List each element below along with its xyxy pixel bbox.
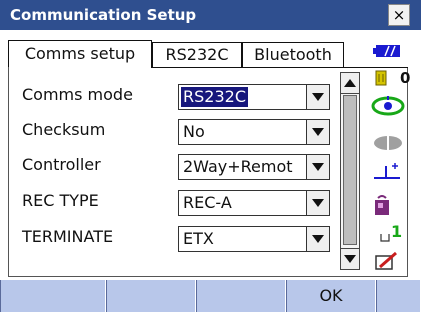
scroll-up-button[interactable] xyxy=(341,73,359,94)
terminate-dropdown-icon[interactable] xyxy=(306,227,329,251)
checksum-select[interactable]: No xyxy=(178,119,330,145)
close-button[interactable]: × xyxy=(388,4,410,26)
input-mode-value: 1 xyxy=(391,222,403,241)
softkey-bar: OK xyxy=(0,280,421,312)
tab-bluetooth[interactable]: Bluetooth xyxy=(242,42,344,68)
controller-dropdown-icon[interactable] xyxy=(306,155,329,179)
softkey-2[interactable] xyxy=(106,280,196,312)
scroll-down-button[interactable] xyxy=(341,248,359,269)
rec-type-value: REC-A xyxy=(183,193,232,212)
controller-label: Controller xyxy=(22,155,101,174)
input-mode-icon xyxy=(380,234,390,242)
ok-button[interactable]: OK xyxy=(286,280,376,312)
softkey-3[interactable] xyxy=(196,280,286,312)
rec-type-select[interactable]: REC-A xyxy=(178,190,330,216)
pencil-icon[interactable] xyxy=(374,250,400,272)
tab-baseline xyxy=(151,67,408,68)
scroll-thumb[interactable] xyxy=(343,95,357,245)
softkey-1[interactable] xyxy=(0,280,106,312)
memory-count: 0 xyxy=(400,69,411,87)
checksum-dropdown-icon[interactable] xyxy=(306,120,329,144)
terminate-select[interactable]: ETX xyxy=(178,226,330,252)
battery-icon xyxy=(373,45,400,57)
comms-mode-select[interactable]: RS232C xyxy=(178,84,330,110)
terminate-value: ETX xyxy=(183,229,214,248)
checksum-label: Checksum xyxy=(22,120,106,139)
terminate-label: TERMINATE xyxy=(22,227,114,246)
controller-value: 2Way+Remot xyxy=(183,157,293,176)
controller-select[interactable]: 2Way+Remot xyxy=(178,154,330,180)
tilt-icon[interactable] xyxy=(372,160,404,182)
comms-mode-label: Comms mode xyxy=(22,85,133,104)
softkey-5[interactable] xyxy=(376,280,421,312)
comms-mode-dropdown-icon[interactable] xyxy=(306,85,329,109)
checksum-value: No xyxy=(183,122,205,141)
window-title: Communication Setup xyxy=(10,6,197,24)
target-icon[interactable] xyxy=(370,94,406,116)
rec-type-label: REC TYPE xyxy=(22,191,99,210)
tab-comms-setup[interactable]: Comms setup xyxy=(8,40,152,68)
rec-type-dropdown-icon[interactable] xyxy=(306,191,329,215)
prism-icon[interactable] xyxy=(372,134,404,152)
bag-icon[interactable] xyxy=(374,194,390,216)
comms-mode-value: RS232C xyxy=(181,87,248,107)
memory-icon xyxy=(375,70,387,86)
title-bar: Communication Setup × xyxy=(0,0,421,30)
tab-rs232c[interactable]: RS232C xyxy=(152,42,242,68)
vertical-scrollbar[interactable] xyxy=(340,72,360,270)
